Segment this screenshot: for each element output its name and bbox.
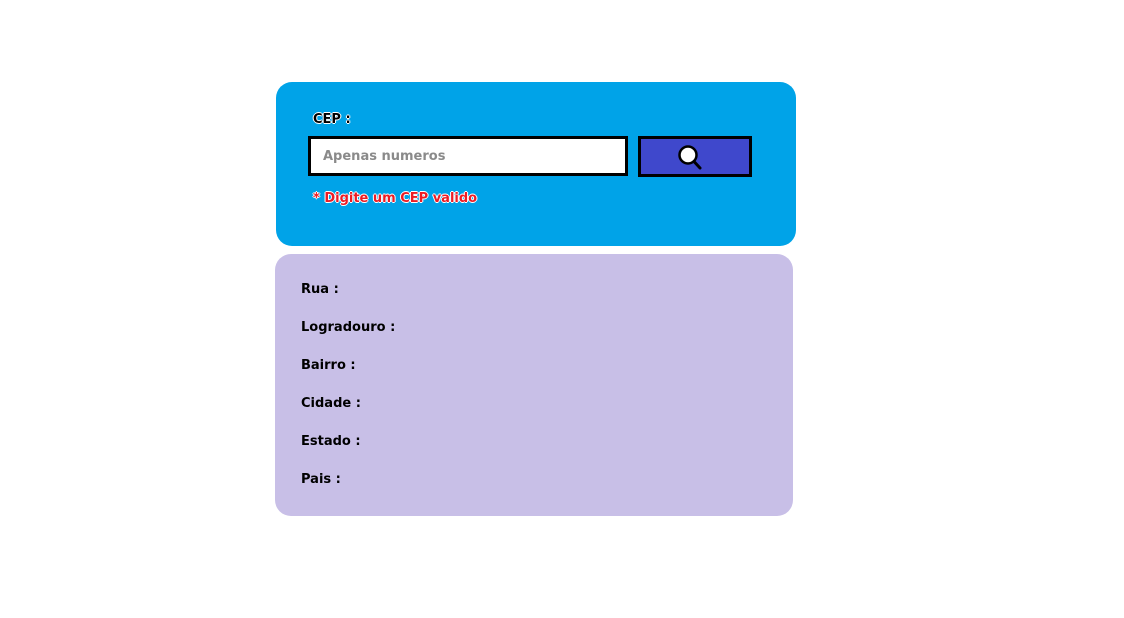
search-button[interactable]: [638, 136, 752, 177]
bairro-label: Bairro :: [301, 358, 356, 373]
cidade-label: Cidade :: [301, 396, 361, 411]
cep-search-card: CEP : * Digite um CEP valido: [276, 82, 796, 246]
cep-label: CEP :: [313, 112, 351, 127]
pais-label: Pais :: [301, 472, 341, 487]
address-result-card: Rua : Logradouro : Bairro : Cidade : Est…: [275, 254, 793, 516]
logradouro-label: Logradouro :: [301, 320, 396, 335]
rua-label: Rua :: [301, 282, 339, 297]
estado-label: Estado :: [301, 434, 361, 449]
search-icon: [678, 145, 702, 170]
cep-error-message: * Digite um CEP valido: [313, 191, 478, 206]
cep-input[interactable]: [308, 136, 628, 176]
